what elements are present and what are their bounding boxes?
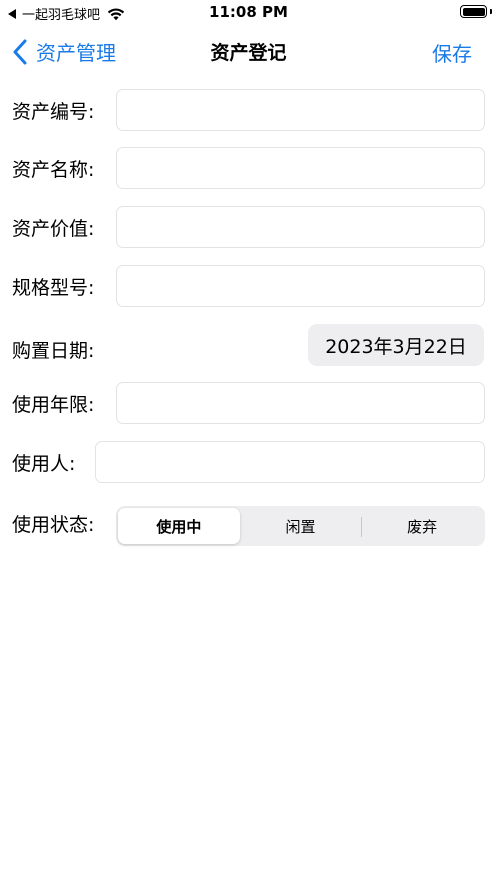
asset-value-label: 资产价值: xyxy=(12,218,95,240)
asset-name-label: 资产名称: xyxy=(12,159,95,181)
segment-divider xyxy=(361,517,363,537)
battery-icon xyxy=(460,5,487,18)
status-time: 11:08 PM xyxy=(209,3,288,21)
model-input[interactable] xyxy=(116,265,485,307)
battery-level xyxy=(462,7,485,16)
purchase-date-picker[interactable]: 2023年3月22日 xyxy=(308,324,484,366)
status-bar: 一起羽毛球吧 11:08 PM xyxy=(0,0,497,26)
status-option-label: 废弃 xyxy=(407,517,438,536)
user-label: 使用人: xyxy=(12,453,76,475)
status-label: 使用状态: xyxy=(12,514,95,536)
status-segmented-control: 使用中 闲置 废弃 xyxy=(116,506,485,546)
service-life-input[interactable] xyxy=(116,382,485,424)
status-option-label: 使用中 xyxy=(156,517,202,536)
battery-cap xyxy=(490,9,492,14)
navigation-bar: 资产管理 资产登记 保存 xyxy=(0,26,497,76)
asset-number-input[interactable] xyxy=(116,89,485,131)
status-option-discarded[interactable]: 废弃 xyxy=(361,508,483,544)
model-label: 规格型号: xyxy=(12,277,95,299)
asset-value-input[interactable] xyxy=(116,206,485,248)
save-button[interactable]: 保存 xyxy=(432,38,472,67)
purchase-date-label: 购置日期: xyxy=(12,340,95,362)
user-input[interactable] xyxy=(95,441,485,483)
status-option-label: 闲置 xyxy=(285,517,316,536)
service-life-label: 使用年限: xyxy=(12,394,95,416)
asset-number-label: 资产编号: xyxy=(12,101,95,123)
status-option-idle[interactable]: 闲置 xyxy=(240,508,362,544)
asset-name-input[interactable] xyxy=(116,147,485,189)
asset-registration-screen: 一起羽毛球吧 11:08 PM 资产管理 资产登记 保存 资产编号: 资产名称:… xyxy=(0,0,497,883)
status-option-in-use[interactable]: 使用中 xyxy=(118,508,240,544)
page-title: 资产登记 xyxy=(210,42,287,64)
